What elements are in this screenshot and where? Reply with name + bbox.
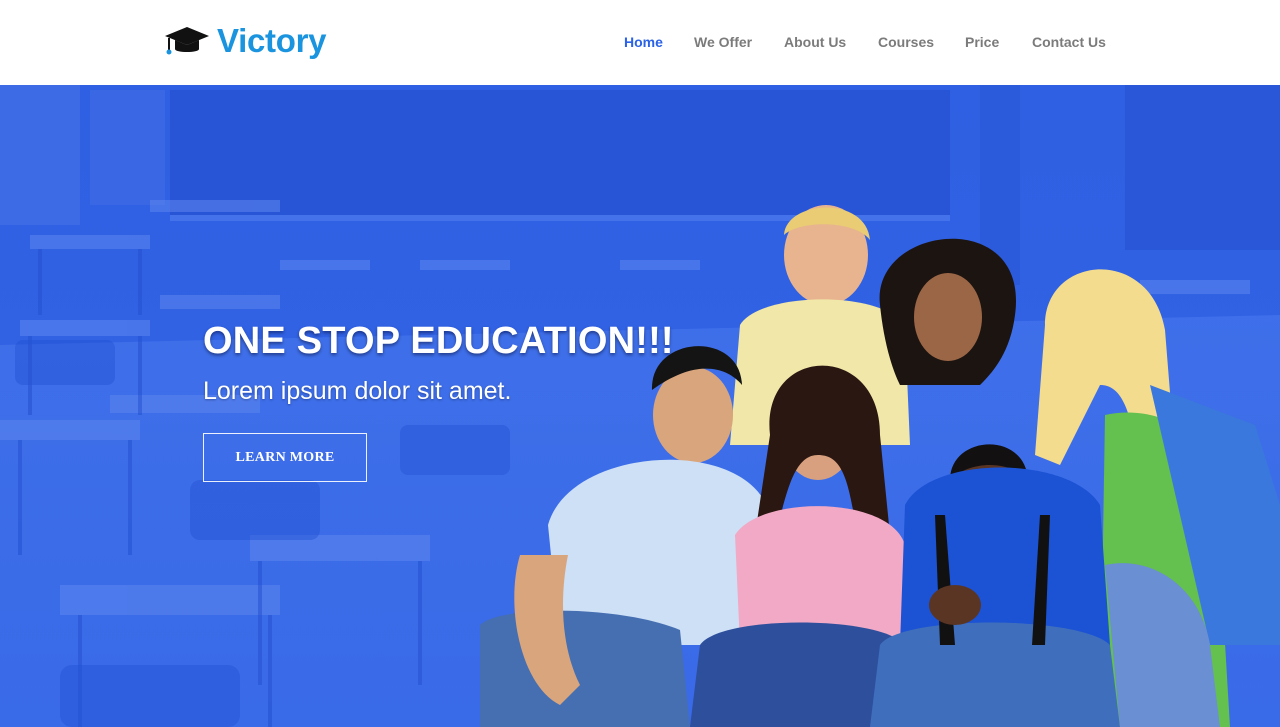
nav-price[interactable]: Price — [965, 30, 999, 54]
nav-about-us[interactable]: About Us — [784, 30, 846, 54]
brand-logo[interactable]: Victory — [163, 21, 326, 61]
nav-courses[interactable]: Courses — [878, 30, 934, 54]
nav-contact-us[interactable]: Contact Us — [1032, 30, 1106, 54]
nav-home[interactable]: Home — [624, 30, 663, 54]
graduation-cap-icon — [165, 27, 209, 55]
site-header: Victory Home We Offer About Us Courses P… — [0, 0, 1280, 85]
nav-we-offer[interactable]: We Offer — [694, 30, 752, 54]
hero-banner: ONE STOP EDUCATION!!! Lorem ipsum dolor … — [0, 85, 1280, 727]
hero-background-image — [0, 85, 1280, 727]
learn-more-button[interactable]: LEARN MORE — [203, 433, 367, 482]
hero-subtitle: Lorem ipsum dolor sit amet. — [203, 377, 512, 405]
hero-title: ONE STOP EDUCATION!!! — [203, 320, 674, 362]
brand-name: Victory — [217, 22, 327, 59]
